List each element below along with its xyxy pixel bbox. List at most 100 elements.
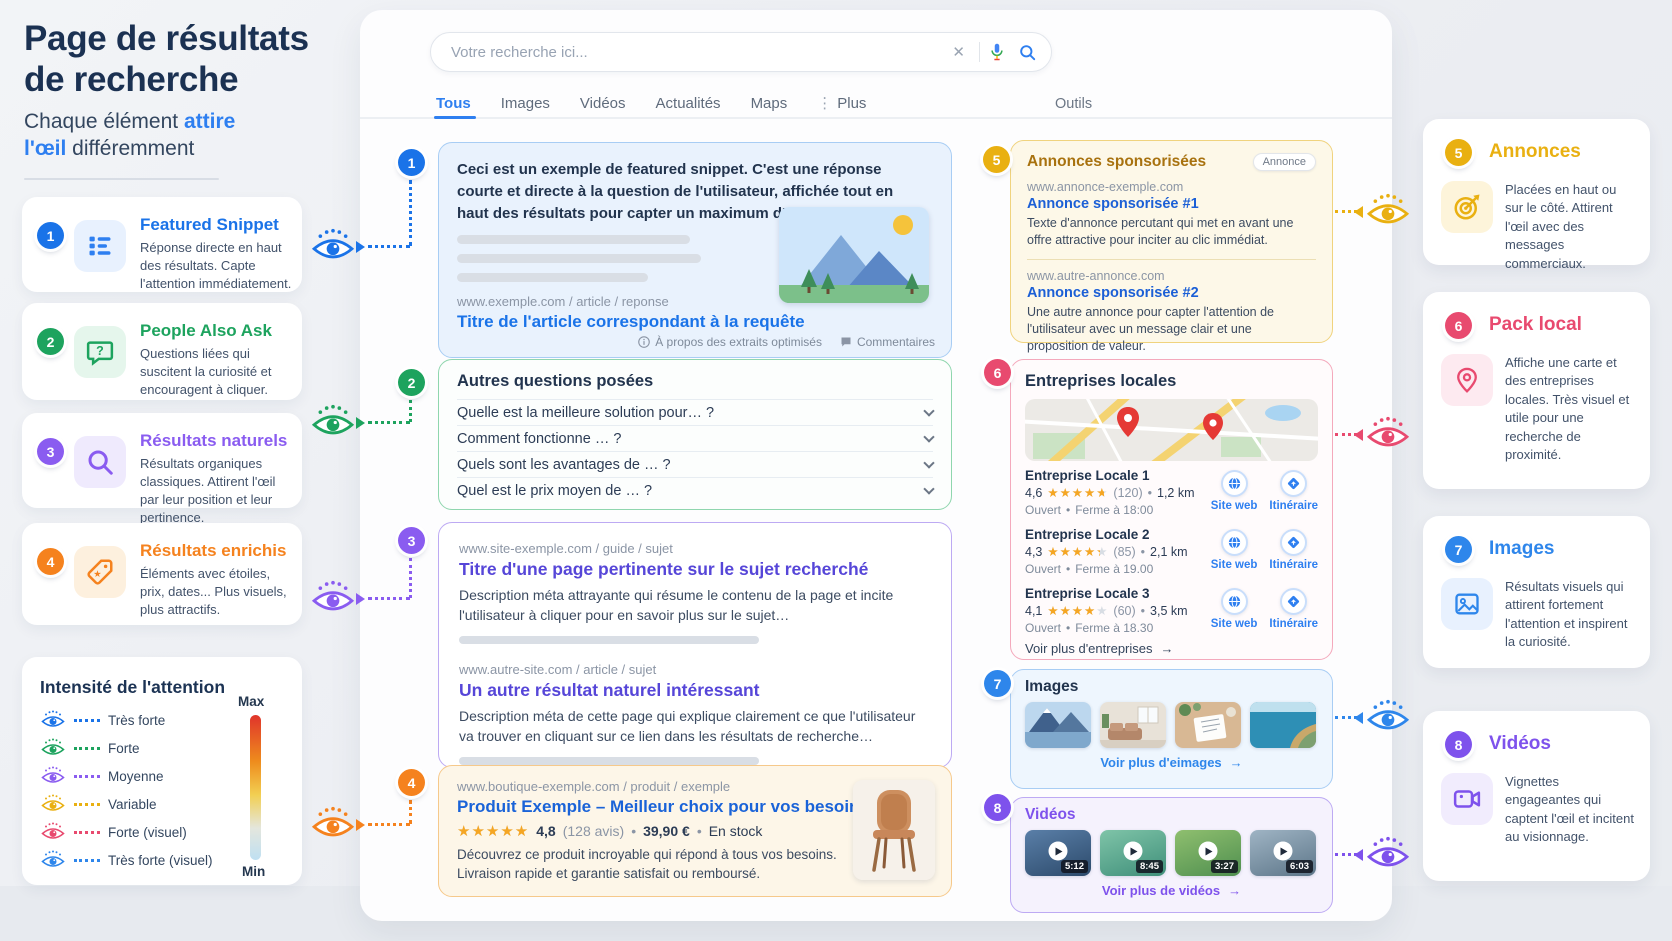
gaze-arrow-icon [1354, 206, 1363, 218]
result-url: www.autre-annonce.com [1027, 269, 1316, 283]
dotted-line [74, 859, 100, 862]
image-thumb-desk-sketch[interactable] [1175, 702, 1241, 748]
close-icon[interactable]: ✕ [946, 43, 971, 61]
callout-desc: Vignettes engageantes qui captent l'œil … [1505, 773, 1635, 847]
result-description: Description méta attrayante qui résume l… [459, 586, 919, 626]
globe-icon [1221, 470, 1248, 497]
tab-images[interactable]: Images [501, 94, 550, 112]
serp-mock-panel: ✕ Tous Images Vidéos Actualités Maps ⋮Pl… [360, 10, 1392, 921]
video-thumb[interactable]: 8:45 [1100, 830, 1166, 876]
ad-badge: Annonce [1253, 153, 1316, 171]
tab-maps[interactable]: Maps [751, 94, 788, 112]
videos-heading: Vidéos [1025, 806, 1318, 824]
search-divider [979, 42, 980, 62]
more-businesses-link[interactable]: Voir plus d'entreprises→ [1025, 641, 1174, 656]
tools-button[interactable]: Outils [1055, 96, 1092, 112]
eye-icon-local [1364, 416, 1412, 454]
gaze-arrow-icon [356, 819, 365, 831]
more-images-link[interactable]: Voir plus d'eimages→ [1025, 755, 1318, 770]
video-thumb[interactable]: 5:12 [1025, 830, 1091, 876]
eye-icon [40, 822, 66, 843]
ad-title-link[interactable]: Annonce sponsorisée #2 [1027, 285, 1316, 301]
video-thumb[interactable]: 3:27 [1175, 830, 1241, 876]
map-pin-icon [1441, 354, 1493, 406]
question-bubble-icon: ? [74, 326, 126, 378]
more-videos-link[interactable]: Voir plus de vidéos→ [1025, 883, 1318, 898]
local-pack-card: Entreprises locales Entreprise Locale 1 … [1010, 359, 1333, 660]
result-url: www.autre-site.com / article / sujet [459, 662, 931, 677]
connector-line [368, 597, 410, 600]
paa-question[interactable]: Quel est le prix moyen de … ? [457, 478, 933, 504]
paa-question[interactable]: Quelle est la meilleure solution pour… ? [457, 400, 933, 426]
list-icon [74, 220, 126, 272]
callout-desc: Affiche une carte et des entreprises loc… [1505, 354, 1635, 465]
image-thumb-coastline[interactable] [1250, 702, 1316, 748]
callout-title: Images [1489, 538, 1554, 560]
directions-button[interactable]: Itinéraire [1269, 588, 1318, 630]
number-badge-1: 1 [37, 222, 64, 249]
eye-icon-medium [309, 580, 357, 618]
dotted-line [74, 775, 100, 778]
local-map[interactable] [1025, 399, 1318, 461]
number-badge-8: 8 [1445, 731, 1472, 758]
placeholder-bar [459, 757, 759, 765]
tab-plus[interactable]: ⋮Plus [817, 94, 866, 112]
search-tabs: Tous Images Vidéos Actualités Maps ⋮Plus [436, 94, 866, 112]
eye-icon-ads [1364, 193, 1412, 231]
video-thumb[interactable]: 6:03 [1250, 830, 1316, 876]
chevron-down-icon [923, 431, 934, 442]
arrow-right-icon: → [1230, 755, 1243, 770]
image-thumb-living-room[interactable] [1100, 702, 1166, 748]
website-button[interactable]: Site web [1211, 588, 1258, 630]
eye-icon-strong [309, 404, 357, 442]
legend-item: Forte (visuel) [40, 821, 187, 843]
explainer-desc: Questions liées qui suscitent la curiosi… [140, 345, 292, 399]
paa-question[interactable]: Comment fonctionne … ? [457, 426, 933, 452]
microphone-icon[interactable] [988, 42, 1006, 62]
paa-heading: Autres questions posées [457, 372, 933, 400]
star-rating: ★★★★★★★★★★ [1047, 605, 1108, 618]
placeholder-bar [457, 254, 701, 263]
paa-question[interactable]: Quels sont les avantages de … ? [457, 452, 933, 478]
image-icon [1441, 578, 1493, 630]
gradient-max-label: Max [238, 694, 264, 709]
dotted-line [74, 831, 100, 834]
image-thumb-mountain-lake[interactable] [1025, 702, 1091, 748]
ad-title-link[interactable]: Annonce sponsorisée #1 [1027, 196, 1316, 212]
page-subtitle: Chaque élément attire l'œil différemment [24, 108, 279, 163]
connector-line [409, 180, 412, 246]
page-title-line1: Page de résultats [24, 19, 309, 58]
number-badge-7: 7 [1445, 536, 1472, 563]
search-icon[interactable] [1018, 43, 1037, 62]
directions-button[interactable]: Itinéraire [1269, 529, 1318, 571]
website-button[interactable]: Site web [1211, 470, 1258, 512]
legend-item: Moyenne [40, 765, 164, 787]
dotted-line [74, 719, 100, 722]
about-snippets-link[interactable]: À propos des extraits optimisés [638, 335, 822, 349]
product-image-chair [853, 780, 935, 880]
callout-card-images: 7 Images Résultats visuels qui attirent … [1423, 516, 1650, 668]
result-title-link[interactable]: Un autre résultat naturel intéressant [459, 680, 931, 701]
search-input[interactable] [451, 44, 946, 61]
gaze-arrow-icon [356, 417, 365, 429]
comments-link[interactable]: Commentaires [840, 335, 935, 349]
local-business-row: Entreprise Locale 1 4,6 ★★★★★★★★★★ (120)… [1025, 468, 1320, 517]
result-title-link[interactable]: Titre d'une page pertinente sur le sujet… [459, 559, 931, 580]
explainer-card-rich-results: 4 ★ Résultats enrichis Éléments avec éto… [22, 523, 302, 625]
active-tab-underline [434, 116, 476, 119]
website-button[interactable]: Site web [1211, 529, 1258, 571]
star-rating: ★★★★★★★★★★ [1047, 487, 1108, 500]
title-divider [24, 178, 219, 180]
eye-icon-very-strong [309, 228, 357, 266]
local-pack-heading: Entreprises locales [1025, 372, 1318, 391]
directions-button[interactable]: Itinéraire [1269, 470, 1318, 512]
tab-videos[interactable]: Vidéos [580, 94, 626, 112]
chevron-down-icon [923, 483, 934, 494]
gaze-arrow-icon [356, 593, 365, 605]
comment-icon [840, 336, 852, 348]
result-title-link[interactable]: Titre de l'article correspondant à la re… [457, 312, 933, 332]
legend-item: Très forte (visuel) [40, 849, 213, 871]
tab-actualites[interactable]: Actualités [656, 94, 721, 112]
tab-tous[interactable]: Tous [436, 94, 471, 112]
arrow-right-icon: → [1228, 883, 1241, 898]
